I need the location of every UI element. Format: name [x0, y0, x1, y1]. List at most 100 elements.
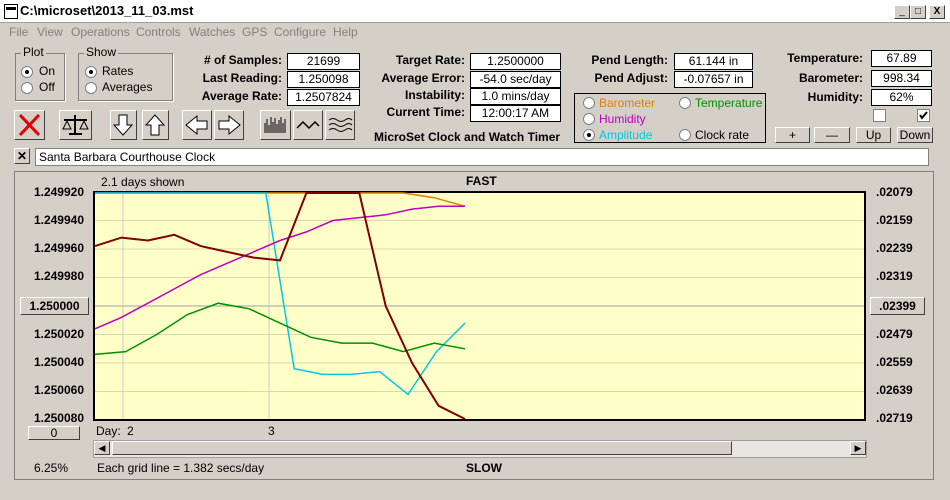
right-tick-6: .02559 — [876, 355, 913, 369]
plot-off-radio[interactable] — [21, 82, 33, 94]
scroll-down-button[interactable] — [110, 110, 137, 140]
samples-value: 21699 — [287, 53, 360, 70]
right-tick-2: .02239 — [876, 241, 913, 255]
right-tick-0: .02079 — [876, 185, 913, 199]
target-rate-label: Target Rate: — [395, 53, 465, 67]
plot-area — [93, 191, 866, 421]
percent-label: 6.25% — [34, 461, 69, 475]
current-time-value: 12:00:17 AM — [470, 105, 561, 122]
samples-label: # of Samples: — [203, 53, 282, 67]
balance-button[interactable] — [59, 110, 92, 140]
slow-label: SLOW — [466, 461, 502, 475]
left-tick-8: 1.250080 — [33, 411, 84, 425]
right-tick-7: .02639 — [876, 383, 913, 397]
average-error-label: Average Error: — [381, 71, 465, 85]
compress-button[interactable] — [260, 110, 291, 140]
pend-length-value: 61.144 in — [674, 53, 753, 70]
pend-adjust-value: -0.07657 in — [674, 71, 753, 88]
show-averages-radio[interactable] — [85, 82, 97, 94]
down-button[interactable]: Down — [897, 127, 933, 143]
menu-controls[interactable]: Controls — [136, 25, 181, 39]
expand-button[interactable] — [325, 110, 355, 140]
horizontal-scrollbar[interactable]: ◀ ▶ — [93, 440, 867, 458]
plot-off-label: Off — [39, 80, 55, 94]
right-tick-8: .02719 — [876, 411, 913, 425]
clear-clock-button[interactable]: ✕ — [14, 148, 30, 164]
amplitude-radio[interactable] — [583, 129, 595, 141]
pend-adjust-label: Pend Adjust: — [594, 71, 668, 85]
plus-button[interactable]: + — [775, 127, 810, 143]
temperature-label: Temperature: — [787, 51, 863, 65]
scroll-right-button[interactable] — [214, 110, 244, 140]
fast-label: FAST — [466, 174, 497, 188]
menu-help[interactable]: Help — [333, 25, 358, 39]
scroll-up-button[interactable] — [142, 110, 169, 140]
humidity-radio[interactable] — [583, 113, 595, 125]
temperature-value: 67.89 — [871, 50, 932, 67]
humidity-label: Humidity: — [807, 90, 863, 104]
checkbox-left[interactable] — [873, 109, 886, 122]
up-button[interactable]: Up — [856, 127, 891, 143]
plot-group-label: Plot — [21, 45, 46, 59]
scroll-left-button[interactable] — [182, 110, 212, 140]
clock-name-field[interactable]: Santa Barbara Courthouse Clock — [35, 148, 929, 166]
checkmark-icon — [919, 111, 928, 120]
left-tick-3: 1.249980 — [33, 269, 84, 283]
grid-note: Each grid line = 1.382 secs/day — [97, 461, 265, 475]
zero-button[interactable]: 0 — [28, 426, 80, 440]
scroll-right-arrow-icon[interactable]: ▶ — [850, 441, 866, 455]
show-rates-label: Rates — [102, 64, 134, 78]
clock-name-text: Santa Barbara Courthouse Clock — [39, 150, 216, 164]
center-rate-button[interactable]: 1.250000 — [20, 297, 89, 315]
minimize-button[interactable]: _ — [894, 5, 910, 19]
temperature-option-label: Temperature — [695, 96, 763, 110]
days-shown-label: 2.1 days shown — [101, 175, 185, 189]
day-tick-3: 3 — [268, 424, 275, 438]
show-group-label: Show — [84, 45, 119, 59]
barometer-radio[interactable] — [583, 97, 595, 109]
wave-icon — [296, 120, 320, 130]
title-bar: C:\microset\2013_11_03.mst _ □ X — [0, 0, 950, 23]
last-reading-value: 1.250098 — [287, 71, 360, 88]
center-secondary-button[interactable]: .02399 — [870, 297, 925, 315]
close-button[interactable]: X — [929, 5, 945, 19]
target-rate-value: 1.2500000 — [470, 53, 561, 70]
balance-scale-icon — [62, 115, 89, 135]
right-tick-5: .02479 — [876, 327, 913, 341]
left-tick-6: 1.250040 — [33, 355, 84, 369]
arrow-right-icon — [218, 114, 241, 136]
maximize-button[interactable]: □ — [910, 5, 926, 19]
triple-wave-icon — [328, 118, 353, 132]
temperature-radio[interactable] — [679, 97, 691, 109]
checkbox-right[interactable] — [917, 109, 930, 122]
menu-bar: File View Operations Controls Watches GP… — [0, 23, 950, 42]
menu-operations[interactable]: Operations — [71, 25, 130, 39]
average-rate-value: 1.2507824 — [287, 89, 360, 106]
menu-watches[interactable]: Watches — [189, 25, 235, 39]
scroll-left-arrow-icon[interactable]: ◀ — [94, 441, 110, 455]
plot-on-radio[interactable] — [21, 66, 33, 78]
scrollbar-thumb[interactable] — [112, 441, 732, 455]
wave-button[interactable] — [293, 110, 323, 140]
clock-rate-option-label: Clock rate — [695, 128, 750, 142]
amplitude-option-label: Amplitude — [599, 128, 653, 142]
minus-button[interactable]: — — [814, 127, 850, 143]
right-tick-3: .02319 — [876, 269, 913, 283]
left-tick-7: 1.250060 — [33, 383, 84, 397]
barometer-option-label: Barometer — [599, 96, 656, 110]
arrow-left-icon — [185, 114, 208, 136]
menu-file[interactable]: File — [9, 25, 28, 39]
left-tick-5: 1.250020 — [33, 327, 84, 341]
clock-rate-radio[interactable] — [679, 129, 691, 141]
left-tick-2: 1.249960 — [33, 241, 84, 255]
menu-configure[interactable]: Configure — [274, 25, 326, 39]
menu-view[interactable]: View — [37, 25, 63, 39]
menu-gps[interactable]: GPS — [242, 25, 267, 39]
pend-length-label: Pend Length: — [591, 53, 668, 67]
last-reading-label: Last Reading: — [202, 71, 282, 85]
day-tick-2: 2 — [127, 424, 134, 438]
show-rates-radio[interactable] — [85, 66, 97, 78]
instability-label: Instability: — [404, 88, 465, 102]
red-x-icon — [18, 113, 41, 137]
stop-button[interactable] — [14, 110, 45, 140]
